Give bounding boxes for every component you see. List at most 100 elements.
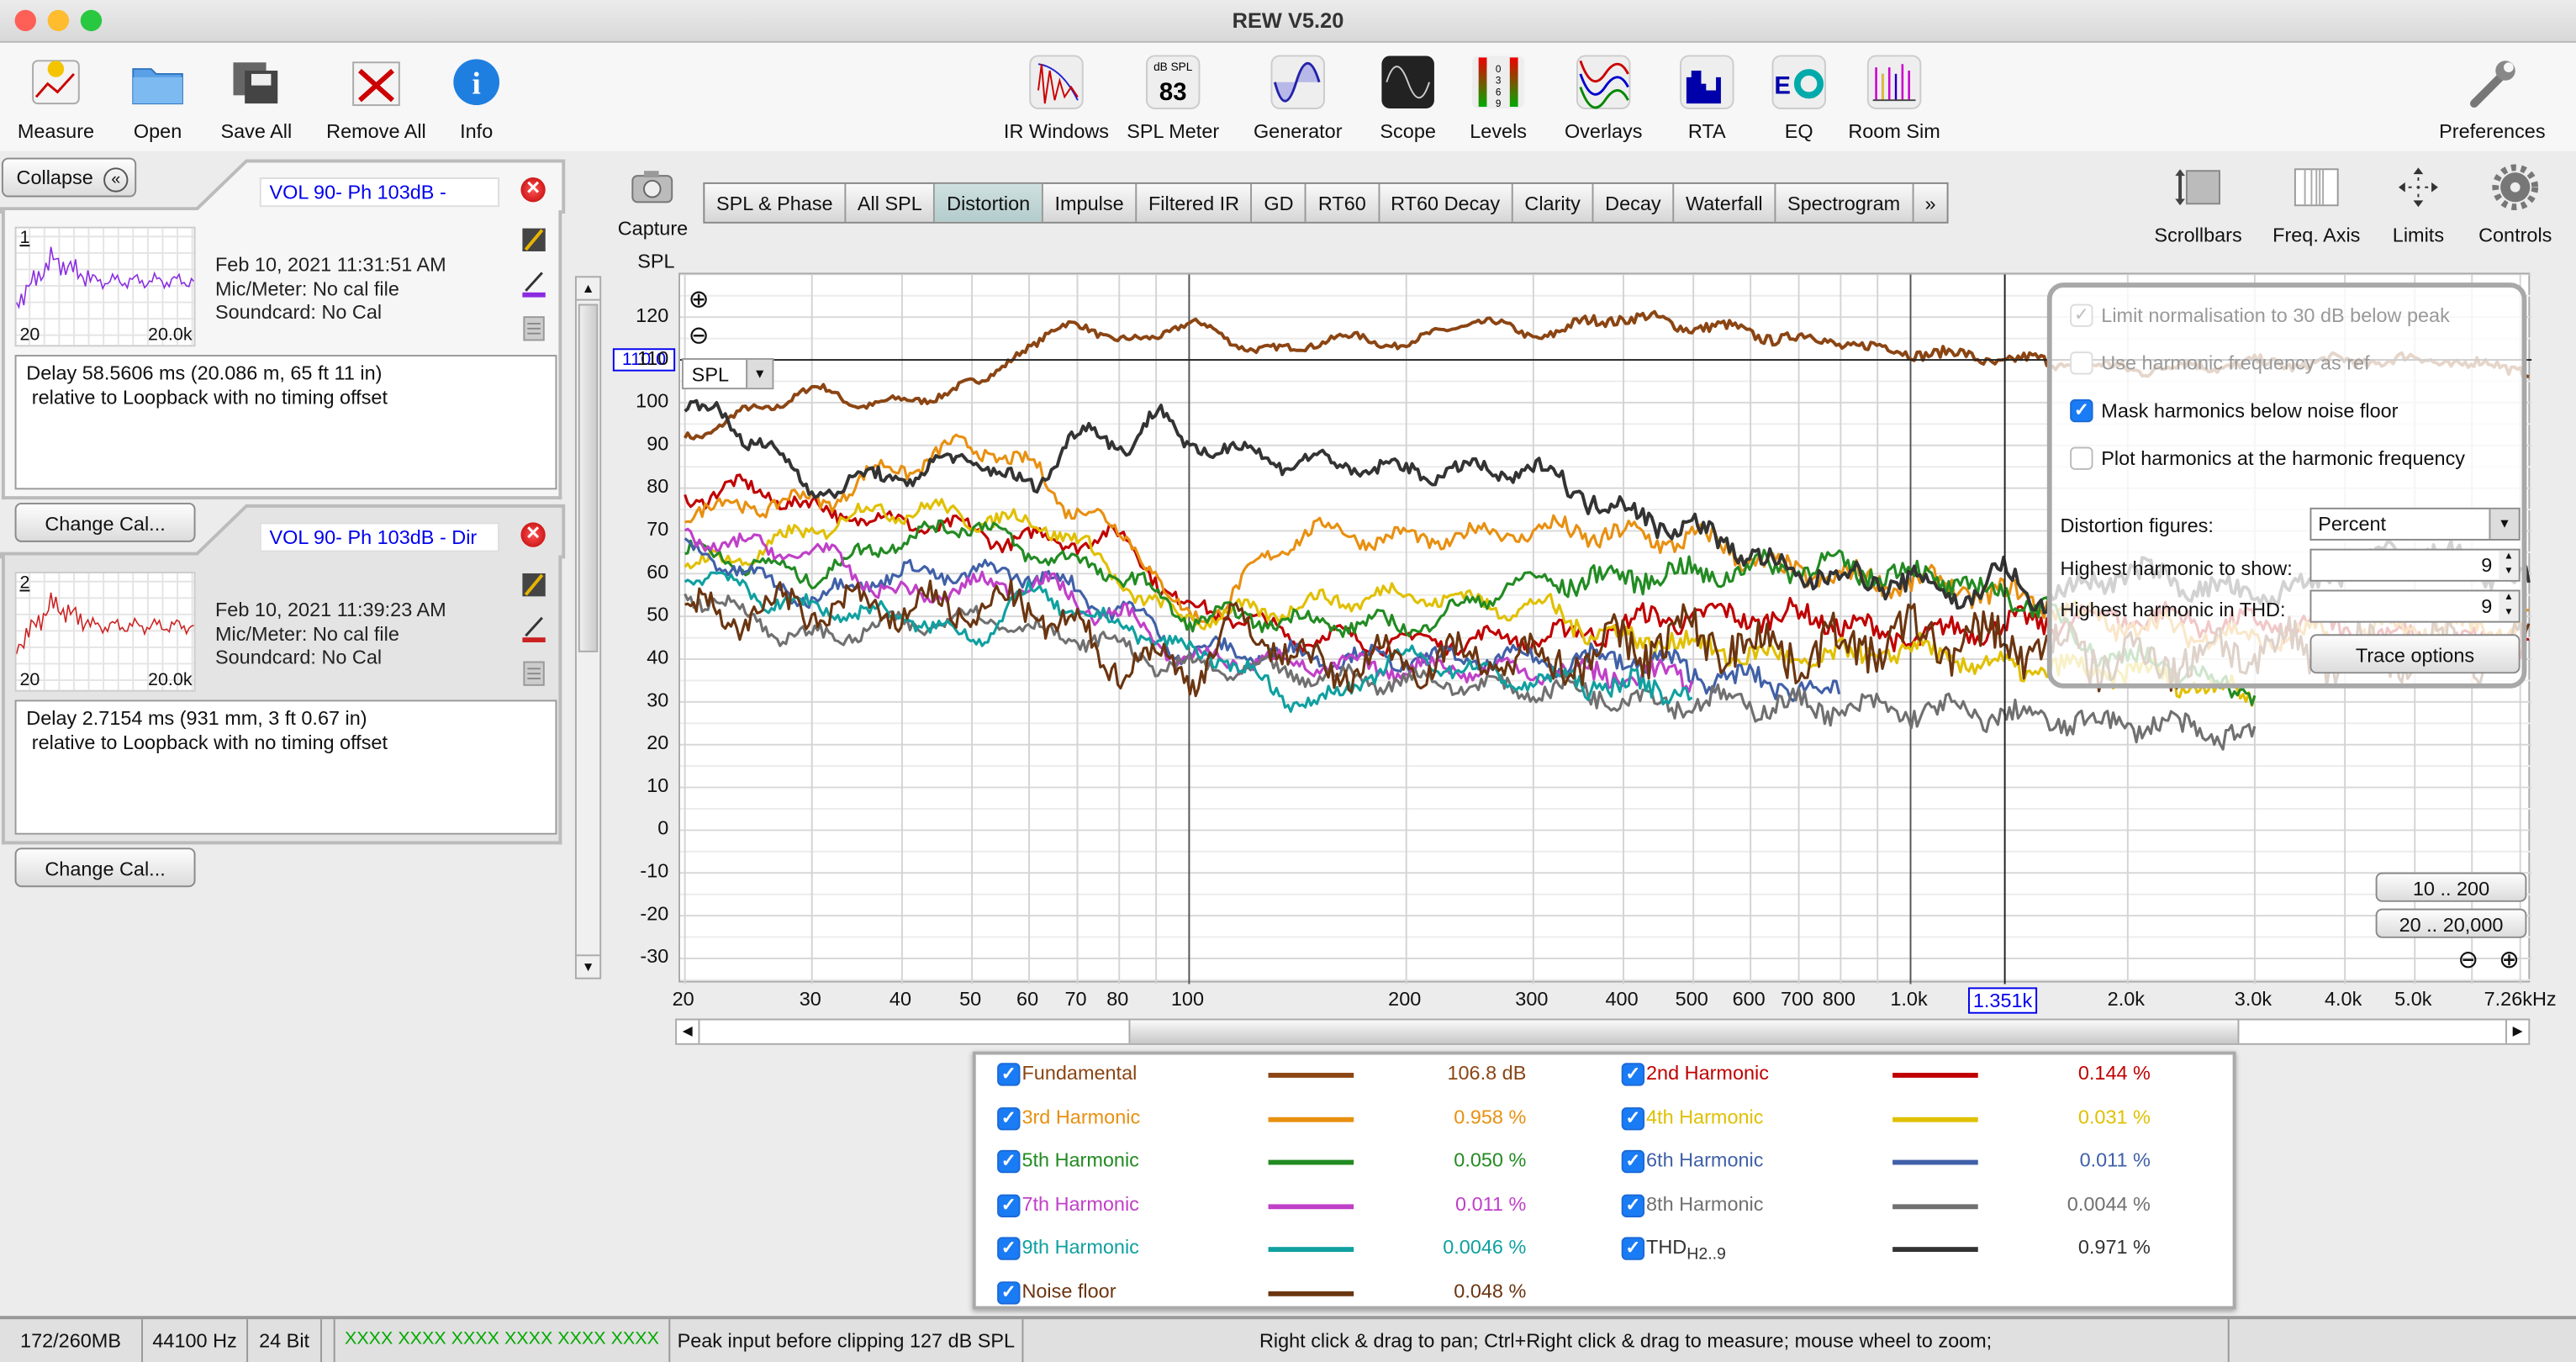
spl-meter-button[interactable]: dB SPL 83 SPL Meter	[1116, 54, 1231, 143]
legend-checkbox[interactable]: ✓	[1621, 1106, 1645, 1130]
soundcard-cal-status: Soundcard: No Cal	[214, 645, 383, 669]
trace-select-dropdown[interactable]: SPL ▼	[681, 357, 774, 390]
vertical-scroll-thumb[interactable]	[578, 304, 599, 652]
measurement-notes[interactable]: Delay 58.5606 ms (20.086 m, 65 ft 11 in)…	[14, 355, 557, 490]
scroll-left-arrow-icon[interactable]: ◀	[677, 1020, 700, 1043]
tab-gd[interactable]: GD	[1253, 183, 1307, 222]
preferences-button[interactable]: Preferences	[2435, 54, 2550, 143]
measurement-card[interactable]: VOL 90- Ph 103dB - Dir ✕ 2 20 20.0k Feb 10, 2…	[1, 522, 562, 888]
range-10-200-button[interactable]: 10 .. 200	[2375, 872, 2527, 902]
horizontal-scrollbar[interactable]: ◀ ▶	[675, 1018, 2531, 1045]
generator-button[interactable]: Generator	[1240, 54, 1355, 143]
freq-axis-button[interactable]: Freq. Axis	[2262, 164, 2371, 246]
legend-label-text: Fundamental	[1021, 1061, 1138, 1085]
legend-checkbox[interactable]: ✓	[997, 1281, 1021, 1305]
scroll-down-arrow-icon[interactable]: ▼	[576, 954, 600, 977]
vertical-scrollbar[interactable]: ▲ ▼	[574, 276, 602, 979]
measurement-notes[interactable]: Delay 2.7154 ms (931 mm, 3 ft 0.67 in) r…	[14, 699, 557, 835]
zoom-in-icon[interactable]: ⊕	[2499, 945, 2520, 974]
checkbox-2[interactable]: ✓	[2070, 399, 2093, 423]
legend-label: 4th Harmonic	[1646, 1105, 1763, 1127]
highest-harmonic-thd-spinner[interactable]: 9 ▲ ▼	[2309, 589, 2521, 623]
edit-pencil-icon[interactable]	[520, 616, 546, 643]
legend-checkbox[interactable]: ✓	[997, 1106, 1021, 1130]
tab-clarity[interactable]: Clarity	[1513, 183, 1594, 222]
notes-icon[interactable]	[520, 315, 546, 341]
legend-line-swatch	[1892, 1116, 1978, 1122]
scroll-up-arrow-icon[interactable]: ▲	[576, 277, 600, 301]
trace-options-button[interactable]: Trace options	[2309, 634, 2521, 674]
tab-all-spl[interactable]: All SPL	[846, 183, 936, 222]
tab-impulse[interactable]: Impulse	[1043, 183, 1138, 222]
more-tabs-button[interactable]: »	[1914, 184, 1947, 222]
legend-checkbox[interactable]: ✓	[1621, 1238, 1645, 1261]
scrollbars-button[interactable]: Scrollbars	[2144, 164, 2252, 246]
limits-button[interactable]: Limits	[2364, 164, 2473, 246]
legend-checkbox[interactable]: ✓	[997, 1150, 1021, 1174]
save-all-button[interactable]: Save All	[198, 54, 314, 143]
tab-distortion[interactable]: Distortion	[935, 183, 1043, 222]
measurement-name-field[interactable]: VOL 90- Ph 103dB - Dir	[259, 522, 500, 552]
distortion-figures-dropdown[interactable]: Percent ▼	[2309, 507, 2521, 541]
remove-measurement-icon[interactable]: ✕	[520, 522, 546, 547]
x-tick-label: 400	[1605, 987, 1639, 1011]
tab-waterfall[interactable]: Waterfall	[1674, 183, 1776, 222]
save-icon[interactable]	[520, 572, 546, 598]
x-tick-label: 1.0k	[1890, 987, 1928, 1011]
y-tick-label: 80	[647, 474, 669, 499]
tab-spl-phase[interactable]: SPL & Phase	[705, 183, 847, 222]
legend-checkbox[interactable]: ✓	[1621, 1150, 1645, 1174]
tab-decay[interactable]: Decay	[1594, 183, 1675, 222]
legend-label: 8th Harmonic	[1646, 1192, 1763, 1215]
info-button[interactable]: i Info	[419, 54, 534, 143]
checkbox-label: Mask harmonics below noise floor	[2101, 399, 2399, 423]
spinner-arrows-icon[interactable]: ▲ ▼	[2499, 591, 2519, 621]
save-icon[interactable]	[520, 227, 546, 253]
tab-rt60[interactable]: RT60	[1306, 183, 1380, 222]
y-tick-label: 60	[647, 560, 669, 584]
tab-filtered-ir[interactable]: Filtered IR	[1137, 183, 1253, 222]
legend-checkbox[interactable]: ✓	[997, 1238, 1021, 1261]
measurement-name-field[interactable]: VOL 90- Ph 103dB -	[259, 177, 500, 208]
measure-button[interactable]: Measure	[0, 54, 113, 143]
remove-measurement-icon[interactable]: ✕	[520, 177, 546, 203]
svg-text:9: 9	[1496, 98, 1502, 109]
checkbox-0[interactable]: ✓	[2070, 304, 2093, 327]
title-bar: REW V5.20	[0, 0, 2576, 43]
y-tick-label: 20	[647, 731, 669, 755]
tab-spectrogram[interactable]: Spectrogram	[1776, 183, 1914, 222]
controls-button[interactable]: Controls	[2461, 164, 2569, 246]
change-cal-button[interactable]: Change Cal...	[14, 847, 196, 888]
room-sim-button[interactable]: Room Sim	[1837, 54, 1952, 143]
checkbox-1[interactable]	[2070, 351, 2093, 375]
svg-text:6: 6	[1496, 87, 1502, 98]
notes-icon[interactable]	[520, 661, 546, 687]
measurement-thumbnail[interactable]: 2 20 20.0k	[14, 572, 196, 692]
measurement-card[interactable]: VOL 90- Ph 103dB - ✕ 1 20 20.0k Feb 10, 2021 …	[1, 177, 562, 542]
overlays-button[interactable]: Overlays	[1546, 54, 1661, 143]
measurement-number: 2	[19, 573, 30, 594]
checkbox-3[interactable]	[2070, 446, 2093, 470]
ir-windows-button[interactable]: IR Windows	[999, 54, 1114, 143]
legend-checkbox[interactable]: ✓	[997, 1194, 1021, 1217]
edit-pencil-icon[interactable]	[520, 271, 546, 298]
camera-icon	[631, 171, 673, 203]
legend-checkbox[interactable]: ✓	[997, 1063, 1021, 1086]
range-20-20000-button[interactable]: 20 .. 20,000	[2375, 908, 2527, 938]
measurement-thumbnail[interactable]: 1 20 20.0k	[14, 226, 196, 347]
y-tick-label: 50	[647, 603, 669, 626]
legend-checkbox[interactable]: ✓	[1621, 1063, 1645, 1086]
zoom-out-icon[interactable]: ⊖	[2457, 945, 2478, 974]
freq-axis-icon	[2294, 168, 2339, 207]
spinner-arrows-icon[interactable]: ▲ ▼	[2499, 550, 2519, 580]
scroll-right-arrow-icon[interactable]: ▶	[2505, 1020, 2528, 1043]
tab-rt60-decay[interactable]: RT60 Decay	[1379, 183, 1513, 222]
remove-all-button[interactable]: Remove All	[319, 54, 434, 143]
legend-checkbox[interactable]: ✓	[1621, 1194, 1645, 1217]
capture-button[interactable]: Capture	[618, 169, 688, 240]
horizontal-scroll-thumb[interactable]	[1128, 1020, 2240, 1043]
levels-button[interactable]: 0 3 6 9 Levels	[1441, 54, 1556, 143]
highest-harmonic-show-spinner[interactable]: 9 ▲ ▼	[2309, 548, 2521, 582]
zoom-out-icon[interactable]: ⊖	[689, 320, 710, 350]
zoom-in-icon[interactable]: ⊕	[689, 284, 710, 314]
